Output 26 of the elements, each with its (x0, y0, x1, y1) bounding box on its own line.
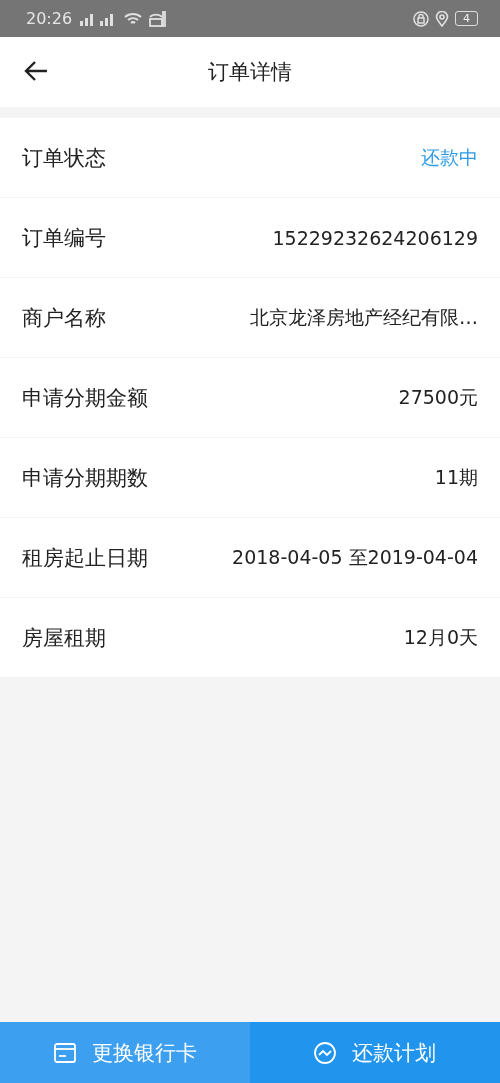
hd-call-icon (148, 10, 167, 27)
field-label: 申请分期金额 (22, 384, 148, 412)
status-time: 20:26 (26, 9, 73, 28)
status-value: 还款中 (421, 144, 478, 170)
change-card-button[interactable]: 更换银行卡 (0, 1022, 250, 1083)
card-icon (53, 1042, 76, 1063)
field-label: 申请分期期数 (22, 464, 148, 492)
page-title: 订单详情 (208, 59, 292, 86)
wifi-icon (124, 11, 143, 26)
field-label: 商户名称 (22, 304, 106, 332)
field-value: 15229232624206129 (272, 226, 478, 249)
field-label: 房屋租期 (22, 624, 106, 652)
field-value: 12月0天 (403, 624, 478, 650)
back-arrow-icon (24, 60, 48, 82)
location-icon (435, 10, 449, 27)
lock-rotation-icon (413, 10, 429, 27)
field-value: 27500元 (398, 384, 478, 410)
repayment-plan-button[interactable]: 还款计划 (250, 1022, 500, 1083)
field-value: 2018-04-05 至2019-04-04 (232, 544, 478, 570)
field-label: 订单编号 (22, 224, 106, 252)
trend-icon (314, 1041, 336, 1064)
battery-level: 4 (455, 11, 478, 26)
field-value: 北京龙泽房地产经纪有限… (250, 304, 478, 330)
field-label: 订单状态 (22, 144, 106, 172)
field-label: 租房起止日期 (22, 544, 148, 572)
field-value: 11期 (434, 464, 478, 490)
